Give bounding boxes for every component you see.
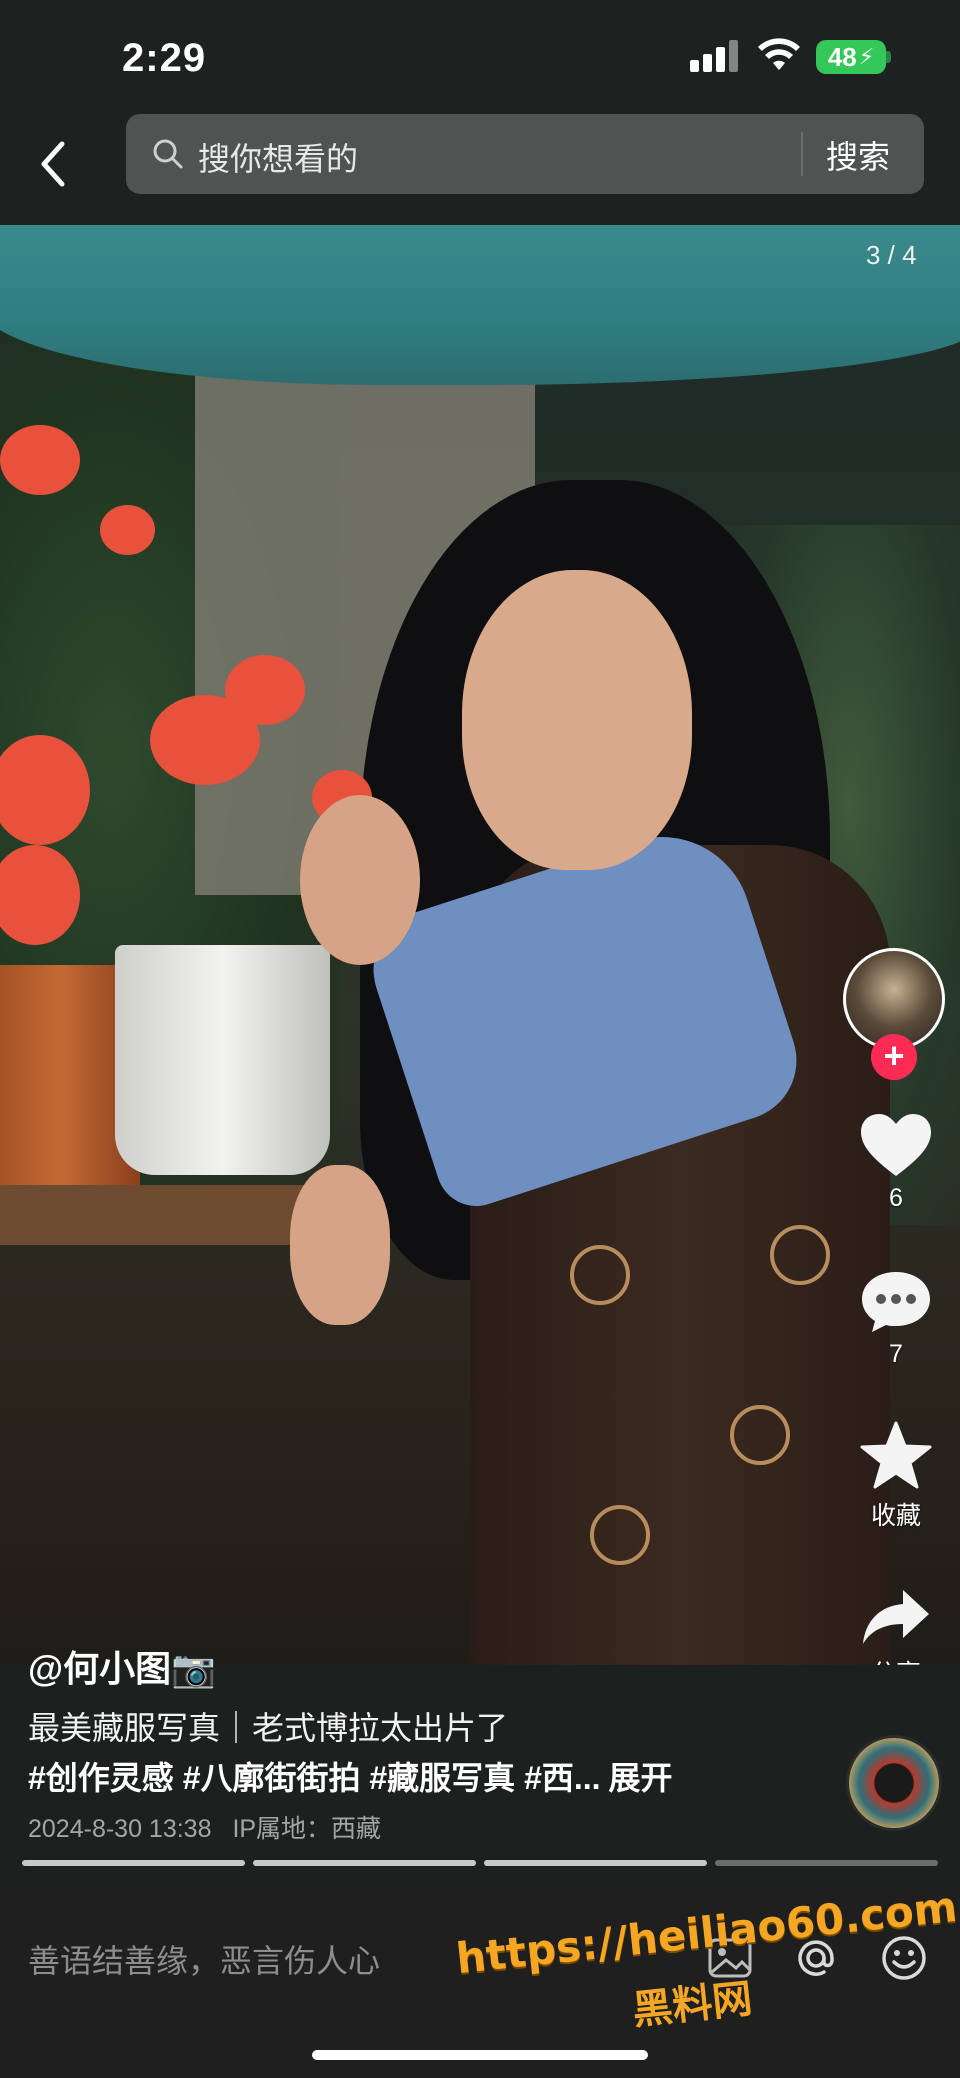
- photo-flower: [0, 425, 80, 495]
- progress-segment: [253, 1860, 476, 1866]
- battery-indicator: 48 ⚡: [816, 40, 886, 74]
- progress-segment: [22, 1860, 245, 1866]
- follow-plus-button[interactable]: +: [871, 1034, 917, 1080]
- post-ip-location: IP属地：西藏: [232, 1815, 382, 1843]
- status-time: 2:29: [122, 36, 207, 80]
- status-bar: 2:29 48 ⚡: [0, 0, 960, 110]
- progress-segment: [715, 1860, 938, 1866]
- photo-face: [462, 570, 692, 870]
- photo-hand: [300, 795, 420, 965]
- charging-bolt-icon: ⚡: [858, 44, 875, 69]
- progress-segment: [484, 1860, 707, 1866]
- collect-label: 收藏: [870, 1502, 921, 1530]
- photo-flower: [225, 655, 305, 725]
- post-title: 最美藏服写真｜老式博拉太出片了: [28, 1710, 509, 1746]
- photo-canopy: [0, 225, 960, 385]
- comment-input[interactable]: 善语结善缘，恶言伤人心: [28, 1936, 380, 1982]
- post-meta: 2024-8-30 13:38 IP属地：西藏: [28, 1809, 381, 1845]
- post-hashtags[interactable]: #创作灵感 #八廓街街拍 #藏服写真 #西...: [28, 1760, 601, 1796]
- home-indicator[interactable]: [312, 2050, 648, 2060]
- author-name[interactable]: @何小图📷: [28, 1640, 216, 1692]
- share-arrow-icon: [863, 1590, 929, 1644]
- post-datetime: 2024-8-30 13:38: [28, 1815, 212, 1843]
- search-divider: [801, 132, 803, 176]
- photo-white-pot: [115, 945, 330, 1175]
- heart-icon: [861, 1114, 931, 1176]
- search-input[interactable]: 搜你想看的 搜索: [126, 114, 924, 194]
- image-progress-bar: [22, 1860, 938, 1866]
- collect-button[interactable]: 收藏: [843, 1420, 949, 1532]
- battery-level: 48: [827, 41, 857, 72]
- comment-count: 7: [889, 1340, 903, 1368]
- like-button[interactable]: 6: [843, 1112, 949, 1213]
- post-info-panel: 最美藏服写真｜老式博拉太出片了 #创作灵感 #八廓街街拍 #藏服写真 #西...…: [0, 1665, 960, 1890]
- emoji-icon[interactable]: [880, 1934, 928, 1982]
- search-header: 搜你想看的 搜索: [0, 110, 960, 225]
- expand-button[interactable]: 展开: [609, 1760, 673, 1796]
- photo-shelf: [0, 1185, 320, 1245]
- back-arrow-icon[interactable]: [32, 134, 82, 194]
- photo-hand-lower: [290, 1165, 390, 1325]
- cellular-signal-icon: [690, 40, 740, 72]
- comment-bar: 善语结善缘，恶言伤人心 https://heiliao60.com 黑料网: [0, 1882, 960, 2078]
- like-count: 6: [889, 1184, 903, 1212]
- photo-flower: [100, 505, 155, 555]
- post-photo[interactable]: [0, 225, 960, 1665]
- image-page-indicator: 3 / 4: [866, 240, 917, 270]
- search-button[interactable]: 搜索: [826, 132, 890, 178]
- music-disc[interactable]: [846, 1735, 942, 1831]
- post-tags: #创作灵感 #八廓街街拍 #藏服写真 #西... 展开: [28, 1753, 673, 1799]
- wifi-icon: [758, 38, 800, 70]
- watermark-name: 黑料网: [630, 1976, 755, 2034]
- star-icon: [860, 1421, 932, 1489]
- comment-bubble-icon: [862, 1272, 930, 1332]
- battery-tip: [886, 51, 891, 63]
- search-placeholder: 搜你想看的: [198, 141, 359, 177]
- comment-button[interactable]: 7: [843, 1268, 949, 1369]
- search-icon: [153, 139, 183, 169]
